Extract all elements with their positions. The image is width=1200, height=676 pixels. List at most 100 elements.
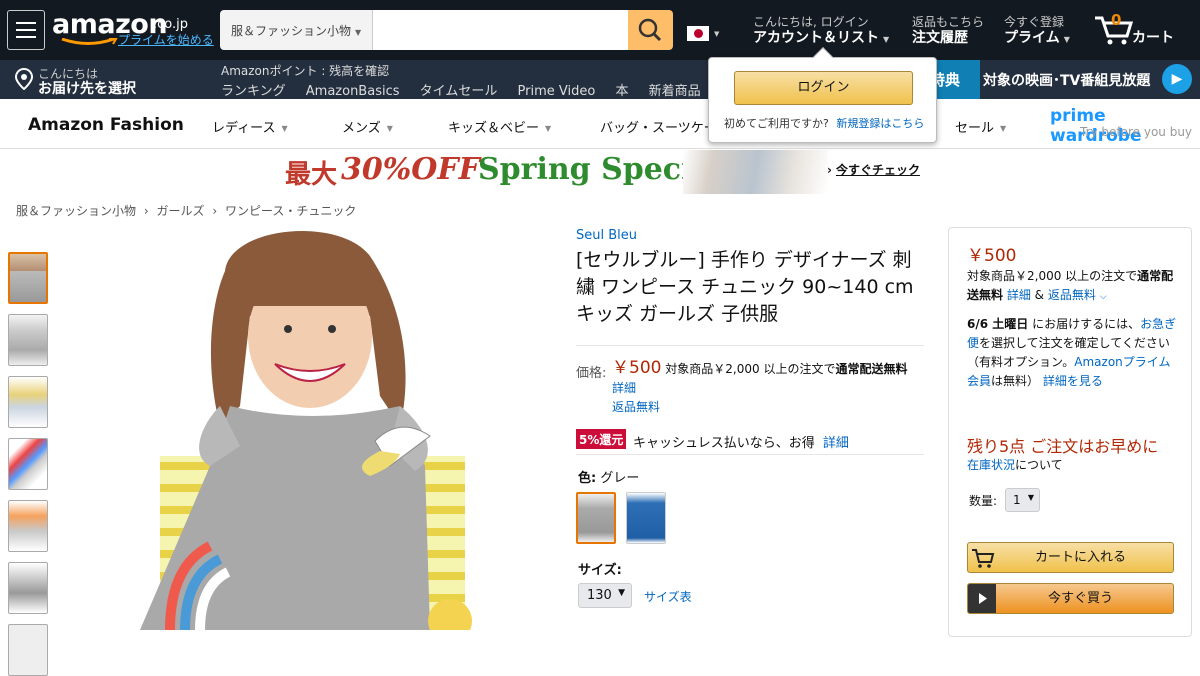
cashback-row: キャッシュレス払いなら、お得 詳細: [633, 432, 849, 451]
quantity-label: 数量:: [969, 494, 998, 508]
search-icon: [638, 18, 662, 42]
subnav-link-timesale[interactable]: タイムセール: [420, 84, 498, 99]
buybox-returns-link[interactable]: 返品無料: [1048, 288, 1096, 302]
price-label: 価格:: [576, 366, 607, 381]
signin-flyout: ログイン 初めてご利用ですか? 新規登録はこちら: [708, 47, 937, 143]
new-customer-text: 初めてご利用ですか?: [724, 117, 829, 130]
register-link[interactable]: 新規登録はこちら: [836, 117, 924, 130]
chevron-down-icon: ▼: [618, 588, 625, 598]
buybox-price: ￥500: [967, 246, 1017, 266]
thumbnail-image[interactable]: [8, 438, 48, 490]
play-icon[interactable]: ▶: [1162, 64, 1192, 94]
logo-suffix: .co.jp: [153, 17, 189, 32]
amazon-fashion-title[interactable]: Amazon Fashion: [28, 115, 184, 135]
buy-now-button[interactable]: 今すぐ買う: [967, 583, 1174, 614]
price-block: ￥500 対象商品￥2,000 以上の注文で通常配送無料 詳細 返品無料: [612, 359, 924, 417]
fashion-menu-sale[interactable]: セール ▼: [955, 117, 1006, 136]
size-select[interactable]: 130 ▼: [578, 583, 632, 608]
chevron-right-icon: ›: [143, 204, 149, 218]
divider: [576, 454, 924, 455]
play-icon: [968, 584, 996, 613]
cart-icon: [968, 543, 996, 572]
more-details-link[interactable]: 詳細を見る: [1043, 374, 1103, 388]
breadcrumb: 服＆ファッション小物 › ガールズ › ワンピース・チュニック: [16, 202, 356, 219]
account-lists-menu[interactable]: アカウント＆リスト ▼: [753, 27, 889, 47]
promo-text[interactable]: 対象の映画･TV番組見放題: [983, 70, 1150, 90]
top-nav-bar: amazon .co.jp プライムを始める 服＆ファッション小物 ▼ ▼ こんに…: [0, 0, 1200, 60]
details-link[interactable]: 詳細: [612, 381, 636, 395]
thumbnail-image[interactable]: [8, 624, 48, 676]
shipping-text: 対象商品￥2,000 以上の注文で: [665, 362, 836, 376]
color-swatch-gray[interactable]: [576, 492, 616, 544]
product-price: ￥500: [612, 358, 662, 378]
delivery-info: 6/6 土曜日 にお届けするには、お急ぎ便を選択して注文を確定してください（有料…: [967, 317, 1177, 388]
fashion-category-bar: Amazon Fashion レディース ▼ メンズ ▼ キッズ＆ベビー ▼ バッグ・…: [0, 99, 1200, 149]
breadcrumb-item[interactable]: ワンピース・チュニック: [225, 204, 356, 218]
chevron-down-icon: ▼: [355, 28, 362, 37]
deliver-to-select[interactable]: お届け先を選択: [38, 78, 136, 98]
subnav-links: ランキング AmazonBasics タイムセール Prime Video 本 …: [221, 80, 701, 99]
hamburger-menu-button[interactable]: [7, 10, 45, 50]
fashion-menu-mens[interactable]: メンズ ▼: [342, 117, 393, 136]
subnav-link-ranking[interactable]: ランキング: [221, 84, 286, 99]
spring-sale-banner[interactable]: 最大 30%OFF Spring Special › 今すぐチェック: [283, 150, 923, 194]
buybox-details-link[interactable]: 詳細: [1007, 288, 1031, 302]
product-main-image[interactable]: [80, 226, 530, 630]
search-category-select[interactable]: 服＆ファッション小物 ▼: [220, 10, 373, 50]
search-input[interactable]: [373, 10, 629, 50]
thumbnail-image[interactable]: [8, 314, 48, 366]
color-value: グレー: [600, 471, 640, 486]
chevron-down-icon: ▼: [1063, 35, 1070, 44]
color-label: 色:: [578, 471, 597, 486]
stock-warning: 残り5点 ご注文はお早めに: [967, 437, 1159, 456]
start-prime-link[interactable]: プライムを始める: [118, 31, 214, 48]
login-button[interactable]: ログイン: [734, 71, 913, 105]
chevron-down-icon: ▼: [281, 124, 288, 133]
chevron-down-icon: ▼: [386, 124, 393, 133]
subnav-link-amazonbasics[interactable]: AmazonBasics: [306, 84, 400, 99]
quantity-select[interactable]: 1 ▼: [1005, 488, 1040, 512]
cashback-badge: 5%還元: [576, 429, 627, 449]
cart-label[interactable]: カート: [1132, 27, 1174, 47]
prime-wardrobe-tagline: Try before you buy: [1080, 125, 1193, 139]
brand-link[interactable]: Seul Bleu: [576, 228, 637, 243]
add-to-cart-button[interactable]: カートに入れる: [967, 542, 1174, 573]
stock-status-link[interactable]: 在庫状況: [967, 458, 1015, 472]
japan-flag-icon[interactable]: [687, 26, 709, 41]
stock-row: 在庫状況について: [967, 458, 1063, 472]
banner-cta[interactable]: › 今すぐチェック: [827, 161, 920, 178]
thumbnail-image[interactable]: [8, 376, 48, 428]
fashion-menu-ladies[interactable]: レディース ▼: [212, 117, 288, 136]
subnav-link-primevideo[interactable]: Prime Video: [518, 84, 596, 99]
chevron-right-icon: ›: [827, 163, 832, 177]
cart-count: 0: [1111, 11, 1122, 29]
size-chart-link[interactable]: サイズ表: [644, 588, 692, 605]
points-balance-link[interactable]: Amazonポイント : 残高を確認: [221, 62, 389, 79]
new-customer-row: 初めてご利用ですか? 新規登録はこちら: [724, 115, 924, 131]
free-shipping-label: 通常配送無料: [835, 362, 908, 376]
buybox-shipping: 対象商品￥2,000 以上の注文で通常配送無料 詳細 & 返品無料 ⌵: [967, 269, 1174, 302]
breadcrumb-item[interactable]: 服＆ファッション小物: [16, 204, 136, 218]
cashback-details-link[interactable]: 詳細: [823, 436, 849, 451]
chevron-down-icon: ⌵: [1099, 292, 1107, 302]
thumbnail-image[interactable]: [8, 500, 48, 552]
cashback-text: キャッシュレス払いなら、お得: [633, 436, 815, 451]
fashion-menu-kids-baby[interactable]: キッズ＆ベビー ▼: [448, 117, 551, 136]
orders-link[interactable]: 注文履歴: [912, 27, 968, 47]
color-swatch-blue[interactable]: [626, 492, 666, 544]
prime-menu[interactable]: プライム ▼: [1004, 27, 1070, 47]
subnav-link-books[interactable]: 本: [615, 84, 628, 99]
divider: [576, 345, 924, 346]
chevron-down-icon: ▼: [545, 124, 552, 133]
banner-image: [683, 150, 828, 194]
free-returns-link[interactable]: 返品無料: [612, 400, 660, 414]
thumbnail-image[interactable]: [8, 562, 48, 614]
color-row: 色: グレー: [578, 467, 639, 486]
subnav-link-new-arrivals[interactable]: 新着商品: [649, 84, 701, 99]
search-button[interactable]: [628, 10, 673, 50]
buy-box: ￥500 対象商品￥2,000 以上の注文で通常配送無料 詳細 & 返品無料 ⌵…: [948, 227, 1192, 637]
thumbnail-image[interactable]: [8, 252, 48, 304]
chevron-down-icon: ▼: [1000, 124, 1007, 133]
chevron-down-icon: ▼: [1027, 493, 1034, 502]
breadcrumb-item[interactable]: ガールズ: [156, 204, 204, 218]
